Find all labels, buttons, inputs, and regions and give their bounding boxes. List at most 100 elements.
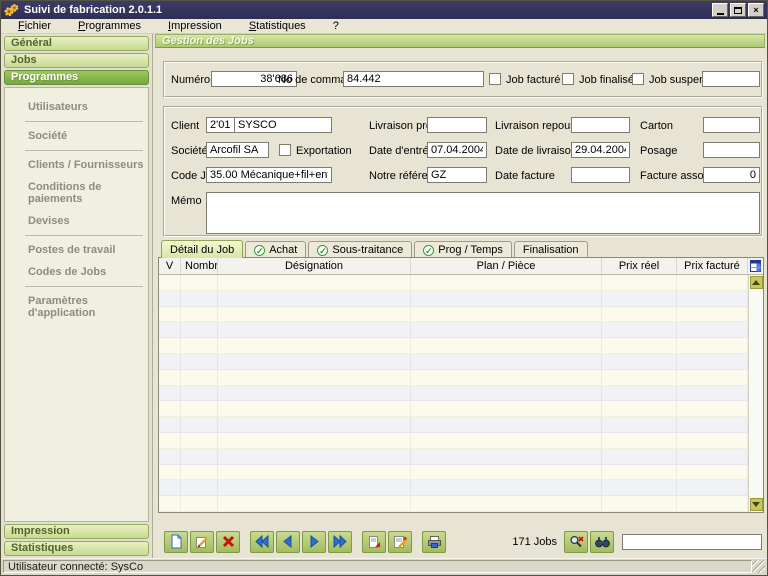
- sidebar-section-impression[interactable]: Impression: [4, 524, 149, 539]
- previous-record-button[interactable]: [276, 531, 300, 553]
- report-button[interactable]: [388, 531, 412, 553]
- tab-strip: Détail du Job ✓ Achat ✓ Sous-traitance ✓…: [161, 240, 590, 258]
- table-row[interactable]: [159, 433, 748, 449]
- table-row[interactable]: [159, 307, 748, 323]
- tab-detail-du-job[interactable]: Détail du Job: [161, 240, 243, 258]
- table-row[interactable]: [159, 291, 748, 307]
- print-button[interactable]: [422, 531, 446, 553]
- exportation-checkbox[interactable]: [279, 144, 291, 156]
- table-row[interactable]: [159, 338, 748, 354]
- cell-nombre: [181, 480, 218, 496]
- tab-prog-temps[interactable]: ✓ Prog / Temps: [414, 241, 512, 258]
- sidebar-section-statistiques[interactable]: Statistiques: [4, 541, 149, 556]
- cell-nombre: [181, 338, 218, 354]
- job-finalise-checkbox[interactable]: [562, 73, 574, 85]
- posage-field[interactable]: [703, 142, 760, 158]
- new-job-button[interactable]: [164, 531, 188, 553]
- table-row[interactable]: [159, 275, 748, 291]
- column-options-button[interactable]: [748, 258, 763, 274]
- sidebar-item-conditions-paiements[interactable]: Conditions de paiements: [5, 176, 148, 210]
- sidebar-item-parametres-application[interactable]: Paramètres d'application: [5, 290, 148, 324]
- minimize-button[interactable]: [712, 3, 728, 17]
- flag-extra-field[interactable]: [702, 71, 760, 87]
- client-name-field[interactable]: [234, 117, 332, 133]
- posage-label: Posage: [640, 145, 677, 157]
- cell-v: [159, 354, 181, 370]
- tab-sous-traitance[interactable]: ✓ Sous-traitance: [308, 241, 412, 258]
- carton-field[interactable]: [703, 117, 760, 133]
- next-record-button[interactable]: [302, 531, 326, 553]
- menu-fichier[interactable]: Fichier: [9, 19, 60, 33]
- delete-job-button[interactable]: [216, 531, 240, 553]
- check-circle-icon: ✓: [317, 245, 328, 256]
- cell-designation: [218, 449, 411, 465]
- sidebar-section-jobs[interactable]: Jobs: [4, 53, 149, 68]
- table-row[interactable]: [159, 370, 748, 386]
- table-row[interactable]: [159, 449, 748, 465]
- sidebar-item-devises[interactable]: Devises: [5, 210, 148, 232]
- maximize-button[interactable]: [730, 3, 746, 17]
- edit-job-button[interactable]: [190, 531, 214, 553]
- no-commande-field[interactable]: [343, 71, 484, 87]
- filter-clear-button[interactable]: [564, 531, 588, 553]
- sidebar-section-programmes[interactable]: Programmes: [4, 70, 149, 85]
- livraison-prevue-field[interactable]: [427, 117, 487, 133]
- cell-nombre: [181, 354, 218, 370]
- cell-designation: [218, 275, 411, 291]
- sidebar-item-societe[interactable]: Société: [5, 125, 148, 147]
- table-row[interactable]: [159, 354, 748, 370]
- memo-field[interactable]: [206, 192, 760, 234]
- arrow-down-icon: [752, 502, 760, 507]
- cell-plan-piece: [411, 401, 602, 417]
- close-button[interactable]: ×: [748, 3, 764, 17]
- cell-prix-facture: [677, 370, 748, 386]
- cell-plan-piece: [411, 386, 602, 402]
- date-entree-field[interactable]: [427, 142, 487, 158]
- search-input[interactable]: [622, 534, 762, 550]
- cell-nombre: [181, 417, 218, 433]
- cell-designation: [218, 480, 411, 496]
- date-facture-field[interactable]: [571, 167, 630, 183]
- notes-button[interactable]: [362, 531, 386, 553]
- menu-programmes[interactable]: Programmes: [69, 19, 150, 33]
- job-facture-checkbox[interactable]: [489, 73, 501, 85]
- scroll-up-button[interactable]: [750, 276, 763, 289]
- table-scrollbar[interactable]: [748, 275, 763, 512]
- sidebar-item-utilisateurs[interactable]: Utilisateurs: [5, 96, 148, 118]
- table-row[interactable]: [159, 465, 748, 481]
- cell-prix-reel: [602, 354, 677, 370]
- cell-plan-piece: [411, 338, 602, 354]
- menu-help[interactable]: ?: [324, 19, 348, 33]
- table-row[interactable]: [159, 386, 748, 402]
- job-suspendu-checkbox[interactable]: [632, 73, 644, 85]
- first-record-button[interactable]: [250, 531, 274, 553]
- sidebar-item-clients-fournisseurs[interactable]: Clients / Fournisseurs: [5, 154, 148, 176]
- tab-achat[interactable]: ✓ Achat: [245, 241, 306, 258]
- sidebar-item-postes-travail[interactable]: Postes de travail: [5, 239, 148, 261]
- sidebar-section-general[interactable]: Général: [4, 36, 149, 51]
- last-record-button[interactable]: [328, 531, 352, 553]
- search-button[interactable]: [590, 531, 614, 553]
- livraison-repoussee-field[interactable]: [571, 117, 630, 133]
- sidebar-item-codes-jobs[interactable]: Codes de Jobs: [5, 261, 148, 283]
- cell-prix-facture: [677, 496, 748, 512]
- menu-statistiques[interactable]: Statistiques: [240, 19, 315, 33]
- table-row[interactable]: [159, 417, 748, 433]
- client-code-field[interactable]: [206, 117, 235, 133]
- societe-label: Société: [171, 145, 208, 157]
- facture-associee-field[interactable]: [703, 167, 760, 183]
- scroll-down-button[interactable]: [750, 498, 763, 511]
- code-job-field[interactable]: [206, 167, 332, 183]
- table-row[interactable]: [159, 322, 748, 338]
- cell-designation: [218, 291, 411, 307]
- table-row[interactable]: [159, 480, 748, 496]
- table-row[interactable]: [159, 496, 748, 512]
- menu-impression[interactable]: Impression: [159, 19, 231, 33]
- cell-prix-reel: [602, 480, 677, 496]
- notre-reference-field[interactable]: [427, 167, 487, 183]
- societe-field[interactable]: [206, 142, 269, 158]
- table-row[interactable]: [159, 401, 748, 417]
- resize-grip[interactable]: [752, 560, 765, 573]
- date-livraison-field[interactable]: [571, 142, 630, 158]
- tab-finalisation[interactable]: Finalisation: [514, 241, 588, 258]
